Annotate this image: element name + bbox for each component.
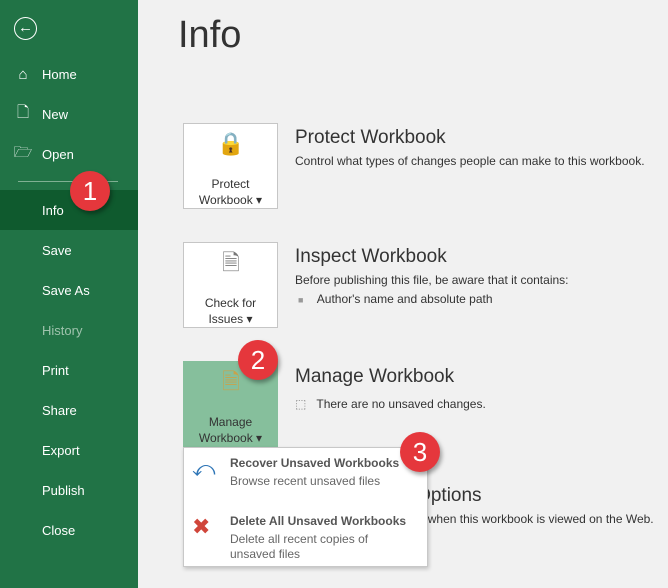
sidebar-item-label: Save As xyxy=(42,282,90,298)
menu-item-title: Delete All Unsaved Workbooks xyxy=(230,514,407,528)
sidebar-item-close[interactable]: Close xyxy=(0,510,138,550)
back-arrow-icon[interactable]: ← xyxy=(14,17,37,40)
sidebar-item-label: Export xyxy=(42,442,80,458)
protect-workbook-button[interactable]: 🔒 Protect Workbook ▾ xyxy=(183,123,278,209)
sidebar-item-label: Publish xyxy=(42,482,85,498)
sidebar-item-label: Open xyxy=(42,146,74,162)
sidebar-item-open[interactable]: 🗁 Open xyxy=(0,134,138,174)
sidebar-item-label: History xyxy=(42,322,83,338)
manage-workbook-icon: 🗎 xyxy=(222,369,240,394)
sidebar-item-share[interactable]: Share xyxy=(0,390,138,430)
sidebar-item-export[interactable]: Export xyxy=(0,430,138,470)
button-label: Check for xyxy=(204,296,257,310)
sidebar-item-publish[interactable]: Publish xyxy=(0,470,138,510)
sidebar-item-label: Save xyxy=(42,242,72,258)
button-label: Workbook ▾ xyxy=(198,431,263,445)
inspect-title: Inspect Workbook xyxy=(295,246,447,267)
manage-desc: ⬚ There are no unsaved changes. xyxy=(295,397,486,411)
sidebar-item-label: Print xyxy=(42,362,69,378)
sidebar-item-info[interactable]: Info xyxy=(0,190,138,230)
button-label: Workbook ▾ xyxy=(198,193,263,207)
protect-desc: Control what types of changes people can… xyxy=(295,154,645,168)
protect-title: Protect Workbook xyxy=(295,127,446,148)
sidebar-item-save[interactable]: Save xyxy=(0,230,138,270)
manage-title: Manage Workbook xyxy=(295,366,455,387)
menu-item-title: Recover Unsaved Workbooks xyxy=(230,456,400,470)
sidebar-item-save-as[interactable]: Save As xyxy=(0,270,138,310)
folder-open-icon: 🗁 xyxy=(13,143,33,161)
backstage-sidebar: ← ⌂ Home 🗋 New 🗁 Open Info Save Save As His… xyxy=(0,0,138,588)
dotted-document-icon: ⬚ xyxy=(295,397,307,411)
sidebar-item-label: Home xyxy=(42,66,77,82)
lock-key-icon: 🔒 xyxy=(217,131,245,156)
check-for-issues-button[interactable]: 🗎 Check for Issues ▾ xyxy=(183,242,278,328)
sidebar-item-history: History xyxy=(0,310,138,350)
sidebar-item-label: Share xyxy=(42,402,77,418)
menu-item-desc: Browse recent unsaved files xyxy=(230,474,381,488)
inspect-desc: Before publishing this file, be aware th… xyxy=(295,273,569,287)
button-label: Manage xyxy=(208,415,253,429)
sidebar-item-new[interactable]: 🗋 New xyxy=(0,94,138,134)
inspect-document-icon: 🗎 xyxy=(222,250,240,275)
manage-workbook-dropdown: ⤺ Recover Unsaved Workbooks Browse recen… xyxy=(183,447,428,567)
step-badge-2: 2 xyxy=(238,340,278,380)
delete-files-icon: ✖ xyxy=(192,514,211,539)
page-title: Info xyxy=(178,14,242,56)
sidebar-item-home[interactable]: ⌂ Home xyxy=(0,54,138,94)
step-badge-1: 1 xyxy=(70,171,110,211)
recover-file-icon: ⤺ xyxy=(192,456,216,481)
button-label: Protect xyxy=(211,177,250,191)
delete-unsaved-workbooks-item[interactable]: ✖ Delete All Unsaved Workbooks Delete al… xyxy=(184,506,427,562)
inspect-bullet: ■ Author's name and absolute path xyxy=(298,292,493,306)
button-label: Issues ▾ xyxy=(208,312,253,326)
sidebar-item-label: New xyxy=(42,106,69,122)
sidebar-item-label: Info xyxy=(42,202,64,218)
sidebar-item-label: Close xyxy=(42,522,76,538)
menu-item-desc: Delete all recent copies of unsaved file… xyxy=(230,532,369,561)
step-badge-3: 3 xyxy=(400,432,440,472)
new-document-icon: 🗋 xyxy=(16,103,30,121)
sidebar-item-print[interactable]: Print xyxy=(0,350,138,390)
home-icon: ⌂ xyxy=(18,65,28,83)
recover-unsaved-workbooks-item[interactable]: ⤺ Recover Unsaved Workbooks Browse recen… xyxy=(184,448,427,504)
